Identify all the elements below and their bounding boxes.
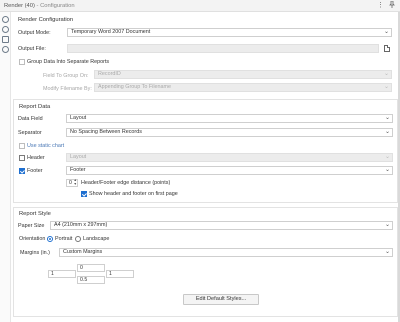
render-configuration-title: Render Configuration: [18, 17, 74, 23]
gear-icon[interactable]: [2, 16, 9, 23]
footer-value: Footer: [70, 167, 86, 173]
show-first-page-label: Show header and footer on first page: [89, 191, 178, 197]
chevron-down-icon: ⌄: [384, 115, 390, 121]
margins-select[interactable]: Custom Margins ⌄: [59, 248, 393, 257]
margin-top-input[interactable]: 0: [77, 264, 105, 272]
edit-default-styles-button[interactable]: Edit Default Styles...: [183, 294, 259, 305]
field-to-group-label: Field To Group On:: [43, 73, 89, 79]
margins-label: Margins (in.): [20, 250, 50, 256]
separator-label: Separator: [18, 130, 42, 136]
edge-distance-value: 0: [69, 180, 72, 186]
panel-name: Configuration: [40, 2, 75, 9]
chevron-down-icon: ⌄: [384, 154, 390, 160]
group-data-checkbox[interactable]: [19, 59, 25, 65]
portrait-radio[interactable]: [47, 236, 53, 242]
show-first-page-checkbox[interactable]: [81, 191, 87, 197]
portrait-label: Portrait: [55, 236, 73, 242]
tag-icon[interactable]: [2, 36, 9, 43]
footer-checkbox[interactable]: [19, 168, 25, 174]
edge-distance-stepper[interactable]: 0 ▲ ▼: [66, 178, 78, 187]
paper-size-value: A4 (210mm x 297mm): [54, 222, 108, 228]
edge-distance-label: Header/Footer edge distance (points): [81, 180, 171, 186]
header-label: Header: [27, 155, 45, 161]
header-value: Layout: [70, 154, 87, 160]
paper-size-label: Paper Size: [18, 223, 45, 229]
chevron-down-icon: ⌄: [384, 129, 390, 135]
chevron-down-icon: ⌄: [383, 71, 389, 77]
more-options-icon[interactable]: ⋮: [377, 1, 384, 9]
separator-select[interactable]: No Spacing Between Records ⌄: [66, 128, 393, 137]
header-checkbox[interactable]: [19, 155, 25, 161]
field-to-group-select[interactable]: RecordID ⌄: [94, 70, 392, 79]
header-select[interactable]: Layout ⌄: [66, 153, 393, 162]
report-style-title: Report Style: [19, 211, 51, 217]
file-browse-icon[interactable]: [384, 45, 390, 52]
margin-left-input[interactable]: 1: [48, 270, 76, 278]
margin-bottom-input[interactable]: 0.5: [77, 276, 105, 284]
data-field-label: Data Field: [18, 116, 43, 122]
report-data-section: Report Data Data Field Layout ⌄ Separato…: [13, 99, 398, 203]
chevron-down-icon: ⌄: [383, 29, 389, 35]
stepper-arrows-icon[interactable]: ▲ ▼: [74, 178, 77, 186]
help-icon[interactable]: [2, 46, 9, 53]
title-bar: Render (40) - Configuration ⋮: [0, 0, 400, 12]
landscape-radio[interactable]: [75, 236, 81, 242]
window-title: Render (40) - Configuration: [4, 3, 75, 9]
separator-value: No Spacing Between Records: [70, 129, 142, 135]
report-data-title: Report Data: [19, 104, 51, 110]
paper-size-select[interactable]: A4 (210mm x 297mm) ⌄: [50, 221, 393, 230]
modify-filename-label: Modify Filename By:: [43, 86, 92, 92]
circle-x-icon[interactable]: [2, 26, 9, 33]
landscape-label: Landscape: [83, 236, 110, 242]
output-mode-value: Temporary Word 2007 Document: [71, 29, 151, 35]
render-configuration-section: Render Configuration Output Mode: Tempor…: [13, 12, 398, 95]
field-to-group-value: RecordID: [98, 71, 121, 77]
chevron-down-icon: ⌄: [384, 249, 390, 255]
chevron-down-icon: ⌄: [383, 84, 389, 90]
footer-label: Footer: [27, 168, 43, 174]
chevron-down-icon: ⌄: [384, 222, 390, 228]
pin-icon[interactable]: [389, 0, 395, 10]
chevron-down-icon: ⌄: [384, 167, 390, 173]
modify-filename-value: Appending Group To Filename: [98, 84, 172, 90]
output-mode-label: Output Mode:: [18, 30, 51, 36]
left-icon-bar: [0, 12, 11, 322]
footer-select[interactable]: Footer ⌄: [66, 166, 393, 175]
report-style-section: Report Style Paper Size A4 (210mm x 297m…: [13, 207, 398, 317]
tool-name: Render (40): [4, 2, 35, 9]
output-file-label: Output File:: [18, 46, 46, 52]
group-data-label: Group Data Into Separate Reports: [27, 59, 110, 65]
orientation-label: Orientation: [19, 236, 46, 242]
data-field-select[interactable]: Layout ⌄: [66, 114, 393, 123]
margin-right-input[interactable]: 1: [106, 270, 134, 278]
static-chart-label: Use static chart: [27, 143, 65, 149]
output-mode-select[interactable]: Temporary Word 2007 Document ⌄: [67, 28, 392, 37]
static-chart-checkbox[interactable]: [19, 143, 25, 149]
margins-value: Custom Margins: [63, 249, 103, 255]
output-file-input[interactable]: [67, 44, 379, 53]
data-field-value: Layout: [70, 115, 87, 121]
modify-filename-select[interactable]: Appending Group To Filename ⌄: [94, 83, 392, 92]
